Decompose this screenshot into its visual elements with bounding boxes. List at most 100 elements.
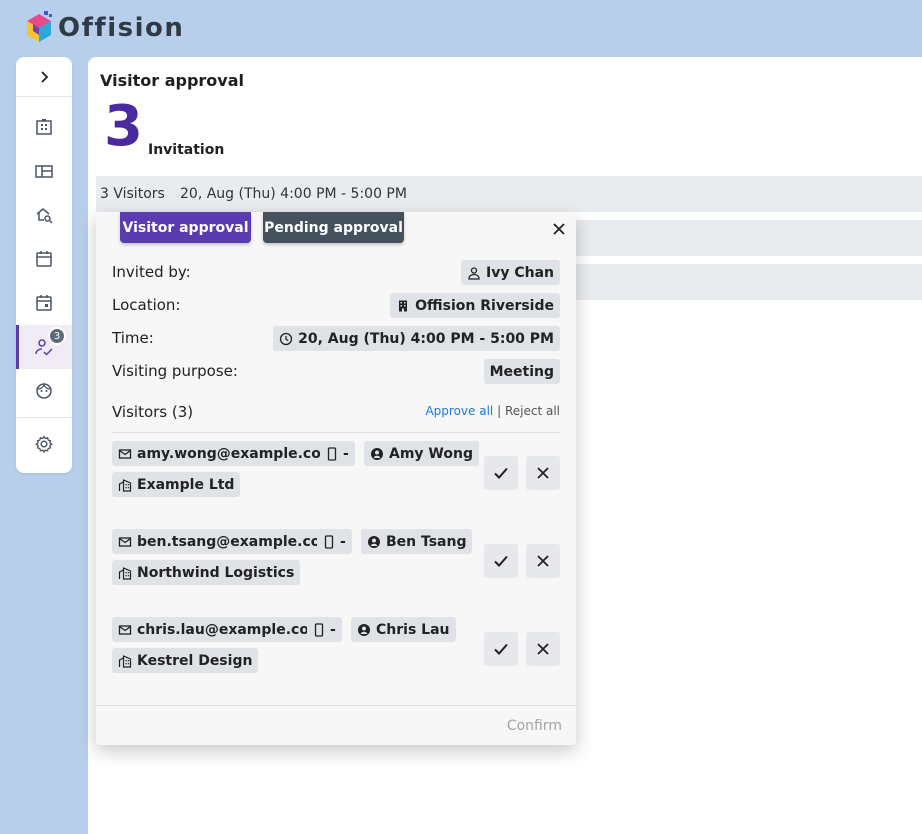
settings-icon [35, 435, 53, 454]
face-icon [36, 383, 52, 399]
sidebar-item-floorplan[interactable] [16, 151, 72, 191]
bulk-actions: Approve all | Reject all [425, 404, 560, 418]
sidebar-item-visitor-approval[interactable]: 3 [16, 325, 72, 369]
approve-visitor-button[interactable] [484, 456, 518, 490]
building-icon [36, 119, 52, 135]
location-label: Location: [112, 296, 181, 314]
mail-icon [118, 536, 132, 547]
visitor-name: Chris Lau [376, 621, 450, 638]
account-circle-icon [368, 535, 380, 548]
sidebar-item-buildings[interactable] [16, 107, 72, 147]
sidebar-item-calendar[interactable] [16, 239, 72, 279]
invitation-count-label: Invitation [148, 142, 225, 158]
visitor-email-chip: chris.lau@example.com [112, 617, 330, 642]
visitor-company: Example Ltd [137, 476, 235, 493]
link-separator: | [497, 404, 502, 418]
divider [96, 705, 576, 706]
building-icon [399, 300, 408, 311]
time-chip: 20, Aug (Thu) 4:00 PM - 5:00 PM [273, 326, 560, 351]
visitor-name-chip: Chris Lau [351, 617, 456, 642]
time-value: 20, Aug (Thu) 4:00 PM - 5:00 PM [298, 330, 554, 347]
visitor-name-chip: Amy Wong [364, 441, 479, 466]
visitor-phone-chip: - [320, 441, 355, 466]
invitation-count: 3 [104, 94, 143, 159]
invited-by-chip: Ivy Chan [461, 260, 560, 285]
app-name: Offision [58, 13, 185, 43]
visitor-phone: - [343, 445, 349, 462]
search-desk-icon [36, 208, 53, 224]
approve-all-link[interactable]: Approve all [425, 404, 493, 418]
sidebar-item-faces[interactable] [16, 371, 72, 411]
visitor-company-chip: Kestrel Design [112, 648, 259, 673]
visitor-email-chip: ben.tsang@example.com [112, 529, 341, 554]
check-icon [494, 555, 508, 567]
visitor-company: Kestrel Design [137, 652, 253, 669]
sidebar-item-events[interactable] [16, 283, 72, 323]
visitor-name: Ben Tsang [386, 533, 467, 550]
phone-icon [327, 446, 337, 461]
phone-icon [324, 534, 334, 549]
location-value: Offision Riverside [415, 297, 554, 314]
company-icon [118, 654, 132, 668]
visitor-email: ben.tsang@example.com [137, 533, 335, 550]
visitors-title: Visitors (3) [112, 403, 194, 421]
visitor-approval-popup: Visitor approval Pending approval Invite… [96, 212, 576, 745]
visitor-phone: - [330, 621, 336, 638]
visitor-name-chip: Ben Tsang [361, 529, 473, 554]
row-visitor-count: 3 Visitors [100, 186, 165, 202]
sidebar-item-desk-search[interactable] [16, 195, 72, 235]
visitor-company-chip: Example Ltd [112, 472, 241, 497]
check-icon [494, 467, 508, 479]
visitor-phone-chip: - [307, 617, 342, 642]
visitor-phone-chip: - [317, 529, 352, 554]
visitor-email: amy.wong@example.com [137, 445, 336, 462]
visitor-approval-button[interactable]: Visitor approval [120, 212, 251, 243]
confirm-button[interactable]: Confirm [507, 718, 562, 734]
time-label: Time: [112, 329, 154, 347]
close-icon [553, 223, 565, 235]
visitor-email-chip: amy.wong@example.com [112, 441, 342, 466]
calendar-icon [36, 251, 52, 267]
company-icon [118, 478, 132, 492]
close-button[interactable] [548, 218, 570, 240]
account-circle-icon [371, 447, 383, 460]
chevron-right-icon [41, 71, 49, 83]
company-icon [118, 566, 132, 580]
visitor-email: chris.lau@example.com [137, 621, 324, 638]
approve-visitor-button[interactable] [484, 632, 518, 666]
reject-visitor-button[interactable] [526, 544, 560, 578]
invitation-row[interactable]: 3 Visitors 20, Aug (Thu) 4:00 PM - 5:00 … [96, 176, 922, 212]
invited-by-label: Invited by: [112, 263, 191, 281]
floorplan-icon [35, 165, 53, 178]
page-title: Visitor approval [100, 71, 244, 90]
mail-icon [118, 448, 132, 459]
close-icon [537, 467, 549, 479]
divider [112, 432, 560, 433]
clock-icon [279, 332, 293, 345]
sidebar-divider [16, 96, 72, 97]
invited-by-value: Ivy Chan [486, 264, 554, 281]
sidebar-divider [16, 417, 72, 418]
notification-badge: 3 [48, 327, 66, 345]
purpose-label: Visiting purpose: [112, 362, 238, 380]
person-icon [468, 266, 480, 280]
app-logo: Offision [24, 10, 184, 46]
reject-visitor-button[interactable] [526, 456, 560, 490]
reject-all-link[interactable]: Reject all [505, 404, 560, 418]
close-icon [537, 643, 549, 655]
sidebar-item-settings[interactable] [16, 424, 72, 464]
reject-visitor-button[interactable] [526, 632, 560, 666]
logo-icon [27, 11, 52, 42]
visitor-company: Northwind Logistics [137, 564, 295, 581]
sidebar: 3 [16, 57, 72, 473]
visitor-company-chip: Northwind Logistics [112, 560, 301, 585]
purpose-value: Meeting [489, 363, 554, 380]
close-icon [537, 555, 549, 567]
purpose-chip: Meeting [483, 359, 560, 384]
approve-visitor-button[interactable] [484, 544, 518, 578]
mail-icon [118, 624, 132, 635]
pending-approval-button[interactable]: Pending approval [263, 212, 404, 243]
row-time: 20, Aug (Thu) 4:00 PM - 5:00 PM [180, 186, 407, 202]
sidebar-expand-button[interactable] [16, 57, 72, 97]
check-icon [494, 643, 508, 655]
